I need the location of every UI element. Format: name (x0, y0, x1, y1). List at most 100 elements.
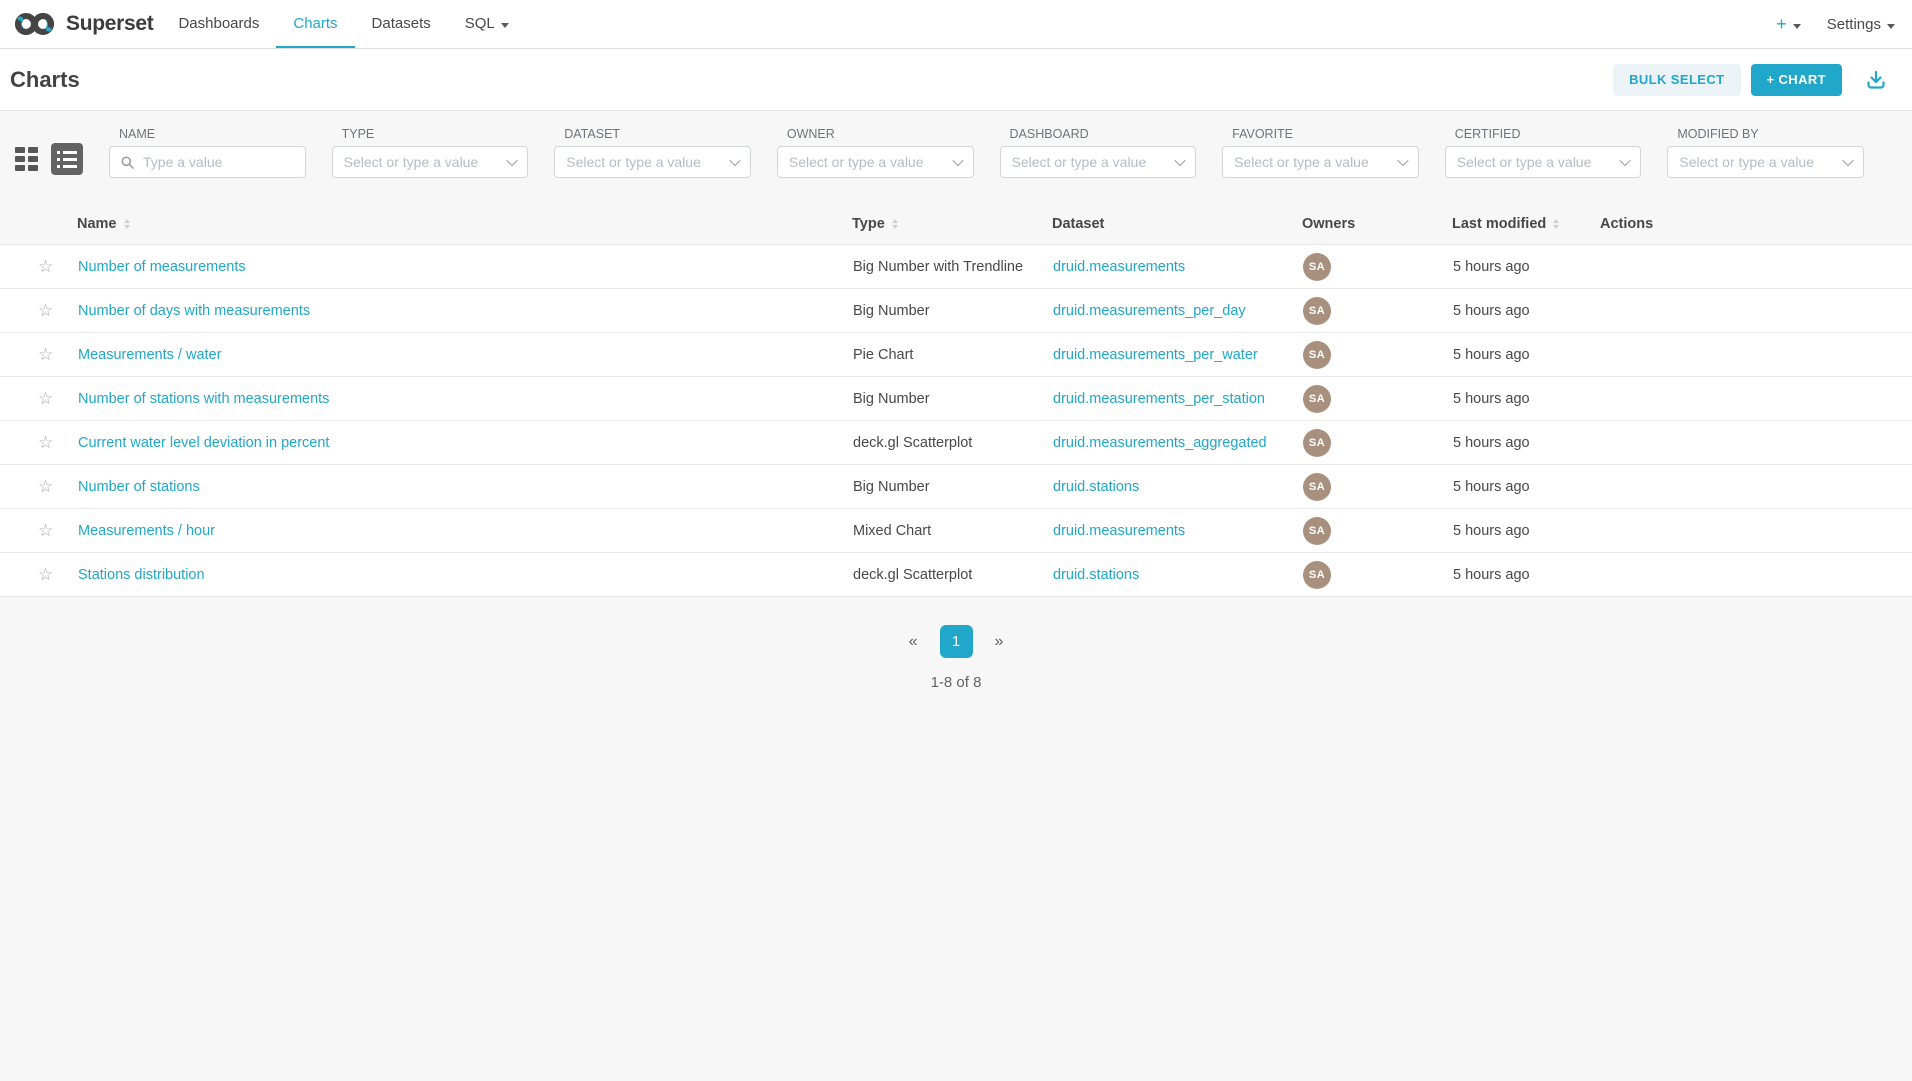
favorite-star-icon[interactable]: ☆ (38, 433, 53, 452)
type-cell: Big Number (852, 289, 1052, 333)
filter-label: OWNER (787, 127, 974, 141)
superset-logo-link[interactable]: Superset (13, 0, 153, 48)
name-cell: Number of measurements (77, 245, 852, 289)
list-view-icon (57, 158, 77, 161)
column-header-last-modified[interactable]: Last modified (1452, 208, 1600, 245)
chart-name-link[interactable]: Measurements / water (78, 347, 221, 363)
favorite-star-icon[interactable]: ☆ (38, 477, 53, 496)
new-item-menu-button[interactable]: + (1776, 15, 1801, 33)
actions-cell (1600, 245, 1912, 289)
dataset-link[interactable]: druid.stations (1053, 479, 1139, 495)
favorite-star-icon[interactable]: ☆ (38, 345, 53, 364)
favorite-cell: ☆ (0, 509, 77, 553)
dataset-link[interactable]: druid.measurements_per_day (1053, 303, 1246, 319)
nav-item-datasets[interactable]: Datasets (355, 0, 448, 48)
owner-avatar: SA (1303, 253, 1331, 281)
dataset-cell: druid.stations (1052, 465, 1302, 509)
filter-select[interactable]: Select or type a value (1000, 146, 1197, 178)
list-view-icon (57, 151, 77, 154)
table-row: ☆ Current water level deviation in perce… (0, 421, 1912, 465)
dataset-link[interactable]: druid.measurements_per_water (1053, 347, 1258, 363)
filter-dashboard: DASHBOARD Select or type a value (1000, 127, 1197, 178)
page-1-button[interactable]: 1 (940, 625, 973, 658)
card-view-button[interactable] (15, 147, 38, 171)
filter-name: NAME (109, 127, 306, 178)
list-view-icon (57, 165, 77, 168)
favorite-cell: ☆ (0, 421, 77, 465)
add-chart-button[interactable]: + CHART (1751, 64, 1843, 96)
favorite-star-icon[interactable]: ☆ (38, 565, 53, 584)
owner-avatar: SA (1303, 385, 1331, 413)
nav-item-sql[interactable]: SQL (448, 0, 526, 48)
filter-owner: OWNER Select or type a value (777, 127, 974, 178)
chart-name-link[interactable]: Number of measurements (78, 259, 246, 275)
chevron-down-icon (729, 155, 740, 166)
dataset-link[interactable]: druid.measurements_per_station (1053, 391, 1265, 407)
dataset-link[interactable]: druid.measurements (1053, 259, 1185, 275)
favorite-star-icon[interactable]: ☆ (38, 521, 53, 540)
bulk-select-button[interactable]: BULK SELECT (1613, 64, 1740, 96)
favorite-cell: ☆ (0, 245, 77, 289)
favorite-cell: ☆ (0, 465, 77, 509)
column-header-star (0, 208, 77, 245)
dataset-link[interactable]: druid.measurements_aggregated (1053, 435, 1267, 451)
column-header-label: Type (852, 216, 885, 232)
filter-select[interactable]: Select or type a value (1222, 146, 1419, 178)
column-header-name[interactable]: Name (77, 208, 852, 245)
brand-name: Superset (66, 12, 153, 36)
favorite-star-icon[interactable]: ☆ (38, 257, 53, 276)
filter-select[interactable]: Select or type a value (777, 146, 974, 178)
list-view-button[interactable] (51, 143, 83, 175)
owners-cell: SA (1302, 421, 1452, 465)
favorite-star-icon[interactable]: ☆ (38, 389, 53, 408)
type-cell: Big Number (852, 377, 1052, 421)
column-header-type[interactable]: Type (852, 208, 1052, 245)
next-page-button[interactable]: » (991, 629, 1008, 655)
filter-label: NAME (119, 127, 306, 141)
settings-menu-button[interactable]: Settings (1827, 16, 1895, 33)
chart-name-link[interactable]: Stations distribution (78, 567, 205, 583)
chart-name-link[interactable]: Measurements / hour (78, 523, 215, 539)
owner-avatar: SA (1303, 297, 1331, 325)
chevron-down-icon (1887, 24, 1895, 29)
nav-item-label: Dashboards (178, 15, 259, 32)
select-placeholder: Select or type a value (1457, 154, 1592, 170)
filter-select[interactable]: Select or type a value (554, 146, 751, 178)
dataset-cell: druid.measurements_per_station (1052, 377, 1302, 421)
nav-item-label: SQL (465, 15, 495, 32)
last-modified-cell: 5 hours ago (1452, 421, 1600, 465)
dataset-cell: druid.measurements_per_day (1052, 289, 1302, 333)
chart-name-link[interactable]: Current water level deviation in percent (78, 435, 329, 451)
sort-icon (124, 219, 130, 229)
filter-search-input[interactable] (141, 153, 294, 171)
type-cell: Mixed Chart (852, 509, 1052, 553)
column-header-dataset: Dataset (1052, 208, 1302, 245)
view-toggles (15, 143, 83, 178)
column-header-label: Name (77, 216, 117, 232)
nav-item-dashboards[interactable]: Dashboards (161, 0, 276, 48)
chart-name-link[interactable]: Number of stations with measurements (78, 391, 329, 407)
filter-search-control[interactable] (109, 146, 306, 178)
nav-item-charts[interactable]: Charts (276, 0, 354, 48)
filter-type: TYPE Select or type a value (332, 127, 529, 178)
favorite-star-icon[interactable]: ☆ (38, 301, 53, 320)
owners-cell: SA (1302, 289, 1452, 333)
type-cell: Big Number (852, 465, 1052, 509)
sort-icon (1553, 219, 1559, 229)
filter-select[interactable]: Select or type a value (1667, 146, 1864, 178)
filter-select[interactable]: Select or type a value (332, 146, 529, 178)
filter-select[interactable]: Select or type a value (1445, 146, 1642, 178)
owner-avatar: SA (1303, 517, 1331, 545)
dataset-link[interactable]: druid.measurements (1053, 523, 1185, 539)
chart-name-link[interactable]: Number of days with measurements (78, 303, 310, 319)
owner-avatar: SA (1303, 341, 1331, 369)
dataset-link[interactable]: druid.stations (1053, 567, 1139, 583)
name-cell: Measurements / hour (77, 509, 852, 553)
column-header-owners: Owners (1302, 208, 1452, 245)
previous-page-button[interactable]: « (905, 629, 922, 655)
page-header: Charts BULK SELECT + CHART (0, 49, 1912, 111)
chevron-down-icon (1793, 24, 1801, 29)
column-header-label: Last modified (1452, 216, 1546, 232)
chart-name-link[interactable]: Number of stations (78, 479, 200, 495)
export-button[interactable] (1864, 68, 1888, 92)
